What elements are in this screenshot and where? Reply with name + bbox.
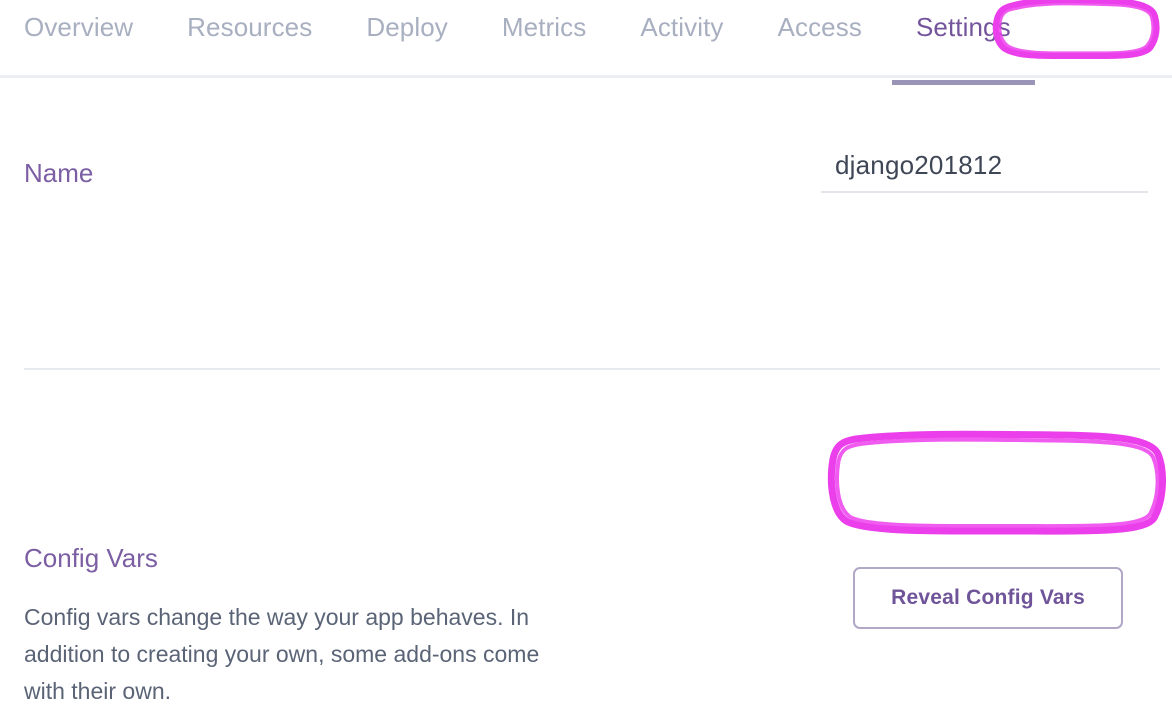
tab-activity[interactable]: Activity: [640, 0, 723, 82]
tab-metrics[interactable]: Metrics: [502, 0, 586, 82]
config-vars-text-block: Config Vars Config vars change the way y…: [24, 545, 584, 710]
config-vars-heading: Config Vars: [24, 543, 158, 573]
app-name-label: Name: [24, 158, 94, 188]
tab-access[interactable]: Access: [778, 0, 862, 82]
section-divider: [24, 368, 1160, 370]
app-name-input[interactable]: [821, 144, 1148, 193]
settings-panel: Name Config Vars Config vars change the …: [0, 78, 1172, 704]
tab-resources[interactable]: Resources: [187, 0, 312, 82]
tab-deploy[interactable]: Deploy: [366, 0, 448, 82]
tab-settings[interactable]: Settings: [892, 0, 1035, 85]
tab-overview[interactable]: Overview: [24, 0, 133, 82]
config-vars-description: Config vars change the way your app beha…: [24, 604, 540, 704]
app-name-field-wrapper: [821, 144, 1148, 193]
reveal-config-vars-wrapper: Reveal Config Vars: [853, 567, 1123, 629]
reveal-config-vars-button[interactable]: Reveal Config Vars: [853, 567, 1123, 629]
app-tab-bar: Overview Resources Deploy Metrics Activi…: [0, 0, 1172, 85]
app-name-row: Name: [0, 144, 1172, 193]
config-vars-row: Config Vars Config vars change the way y…: [0, 545, 1172, 710]
